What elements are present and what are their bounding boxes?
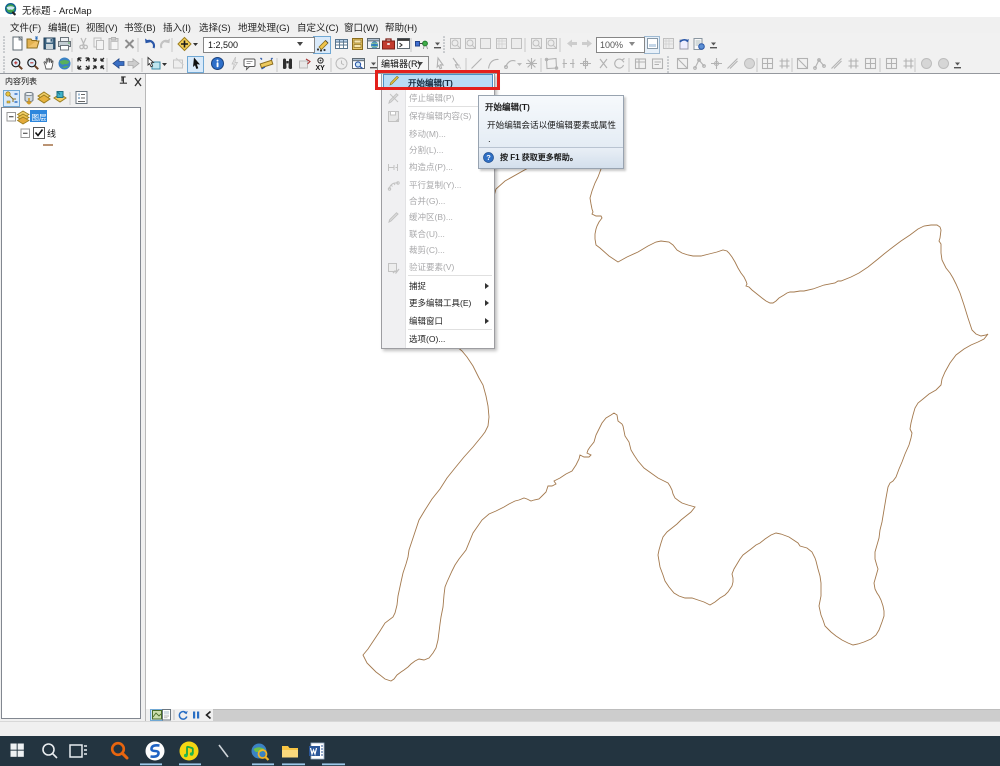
svg-text:XY: XY (316, 65, 326, 72)
svg-text:?: ? (486, 153, 491, 162)
